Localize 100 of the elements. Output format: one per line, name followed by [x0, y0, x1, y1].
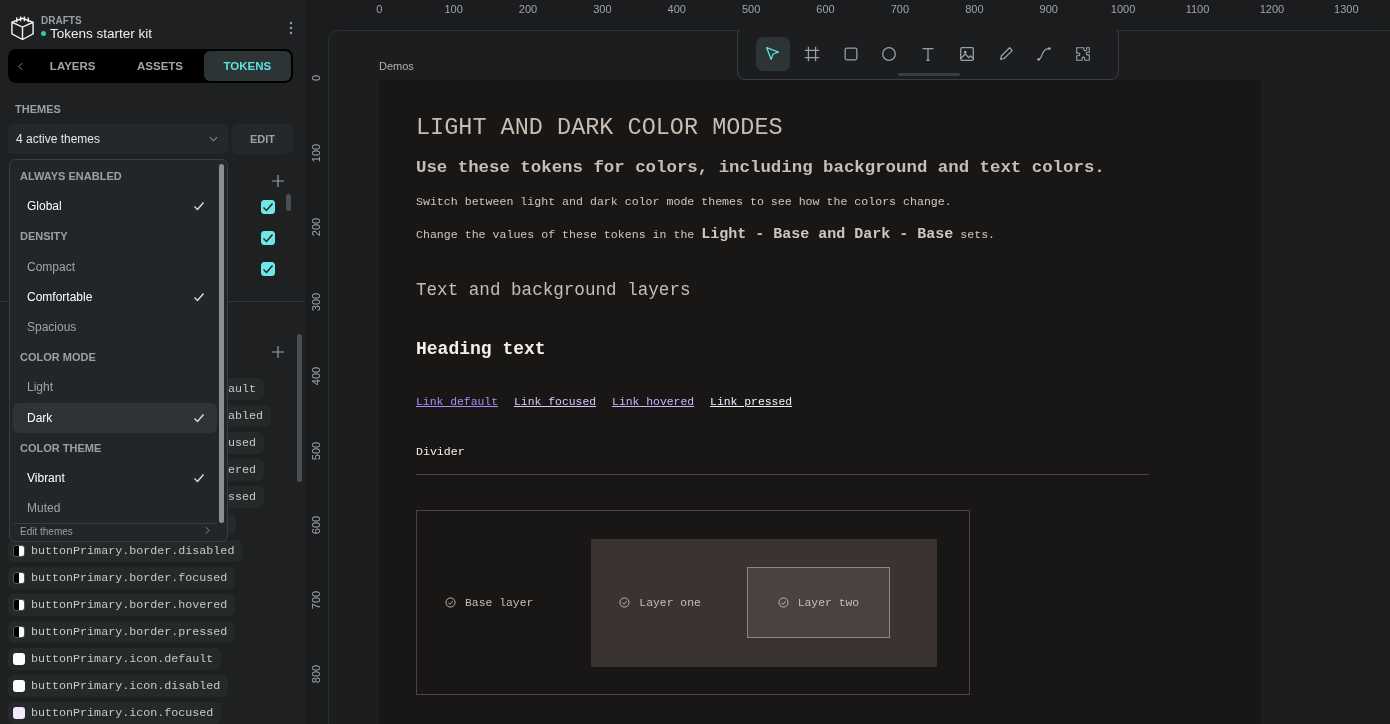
ruler-label: 400 [666, 2, 687, 15]
ruler-label: 1300 [1333, 2, 1360, 15]
menu-link[interactable]: Edit themes [20, 526, 73, 539]
scrollbar-thumb[interactable] [297, 334, 302, 482]
menu-option[interactable]: Muted [13, 493, 217, 524]
swatch-icon [13, 599, 25, 611]
token-pill[interactable]: ssed [226, 486, 265, 508]
logo-icon [10, 13, 35, 42]
menu-option[interactable]: Light [13, 372, 217, 403]
ruler-label: 700 [889, 2, 911, 15]
menu-option[interactable]: Comfortable [13, 281, 217, 312]
token-pill[interactable]: buttonPrimary.border.pressed [8, 621, 236, 643]
check-circle-icon [619, 597, 631, 608]
token-pill[interactable]: buttonPrimary.border.focused [8, 567, 236, 589]
token-pill[interactable]: buttonPrimary.border.disabled [8, 540, 243, 562]
plugin-icon [1074, 44, 1092, 63]
link[interactable]: Link pressed [710, 396, 793, 408]
ruler-label: 800 [964, 2, 985, 15]
check-icon [193, 471, 205, 484]
frame-icon [802, 44, 821, 63]
check-icon [193, 411, 205, 424]
ellipse-icon [880, 44, 899, 63]
token-pill[interactable]: buttonPrimary.border.hovered [8, 594, 236, 616]
token-pill[interactable]: ault [226, 378, 265, 400]
ruler-label: 100 [310, 143, 323, 162]
check-icon [262, 263, 274, 276]
ruler-label: 1200 [1258, 2, 1286, 15]
themes-dropdown[interactable]: 4 active themes [8, 124, 228, 155]
ruler-label: 500 [310, 441, 323, 460]
ruler-label: 300 [592, 2, 613, 15]
menu-option[interactable]: Vibrant [13, 462, 217, 494]
ruler-label: 0 [310, 75, 323, 82]
paragraph: Change the values of these tokens in the Light - Base and Dark - Base sets. [416, 227, 997, 243]
ruler-label: 400 [310, 367, 323, 386]
link[interactable]: Link hovered [612, 396, 695, 408]
tool-button[interactable] [756, 36, 790, 71]
chevron-right-icon [205, 526, 210, 536]
ruler-label: 0 [375, 2, 384, 15]
ruler-label: 800 [310, 665, 323, 684]
token-pill[interactable]: ered [226, 459, 265, 481]
back-icon[interactable] [18, 61, 23, 71]
ruler-label: 500 [740, 2, 762, 15]
heading: Heading text [416, 339, 547, 359]
token-pill[interactable]: abled [226, 405, 272, 427]
group-heading: COLOR MODE [19, 350, 97, 366]
ruler-label: 600 [815, 2, 836, 15]
swatch-icon [13, 572, 25, 584]
link[interactable]: Link default [416, 396, 499, 408]
file-name: Tokens starter kit [50, 25, 153, 41]
checkbox[interactable] [261, 231, 275, 246]
scrollbar-thumb[interactable] [286, 194, 291, 212]
token-pill[interactable]: buttonPrimary.icon.disabled [8, 675, 229, 697]
section-heading: Text and background layers [416, 280, 692, 300]
layer-label: Layer one [639, 596, 701, 609]
token-pill[interactable]: buttonPrimary.icon.default [8, 648, 222, 670]
tab[interactable]: LAYERS [29, 51, 117, 81]
paragraph: Switch between light and dark color mode themes to see how the colors change. [416, 194, 953, 210]
ruler-label: 600 [310, 516, 323, 535]
ruler-label: 200 [517, 2, 539, 15]
ruler-label: 200 [310, 218, 323, 237]
scrollbar-thumb[interactable] [219, 164, 224, 523]
menu-option[interactable]: Spacious [13, 311, 217, 343]
more-icon[interactable] [289, 20, 293, 35]
path-icon [1035, 44, 1054, 63]
check-icon [262, 232, 274, 245]
check-icon [193, 290, 205, 303]
pointer-icon [764, 44, 782, 63]
ruler-label: 100 [443, 2, 464, 15]
drag-handle[interactable] [898, 73, 960, 76]
link[interactable]: Link focused [514, 396, 597, 408]
token-pill[interactable]: buttonPrimary.icon.focused [8, 702, 222, 724]
frame-label: Demos [379, 60, 415, 74]
layer-label: Layer two [797, 596, 860, 609]
ruler-label: 1100 [1184, 2, 1211, 15]
check-circle-icon [445, 597, 456, 608]
group-heading: DENSITY [19, 229, 69, 245]
swatch-icon [13, 545, 25, 557]
status-dot-icon [41, 30, 46, 36]
menu-option[interactable]: Compact [13, 251, 217, 282]
group-heading: COLOR THEME [19, 440, 103, 456]
check-circle-icon [777, 597, 789, 608]
tab[interactable]: ASSETS [116, 51, 204, 81]
divider-label: Divider [416, 445, 466, 458]
plus-icon[interactable] [272, 346, 284, 358]
layer-label: Base layer [465, 596, 534, 609]
token-pill[interactable]: used [226, 432, 265, 454]
group-heading: ALWAYS ENABLED [19, 169, 123, 185]
menu-option[interactable]: Global [13, 191, 217, 222]
ruler-label: 700 [310, 590, 323, 609]
image-icon [957, 44, 976, 63]
plus-icon[interactable] [272, 175, 284, 188]
edit-button[interactable]: EDIT [232, 124, 293, 155]
menu-option[interactable]: Dark [13, 402, 217, 433]
page-title: LIGHT AND DARK COLOR MODES [416, 114, 784, 143]
section-label: THEMES [15, 102, 62, 117]
ruler-label: 1000 [1109, 2, 1137, 15]
checkbox[interactable] [261, 200, 275, 215]
checkbox[interactable] [261, 262, 275, 277]
tab[interactable]: TOKENS [203, 51, 291, 81]
subtitle: Use these tokens for colors, including background and text colors. [416, 158, 1106, 177]
